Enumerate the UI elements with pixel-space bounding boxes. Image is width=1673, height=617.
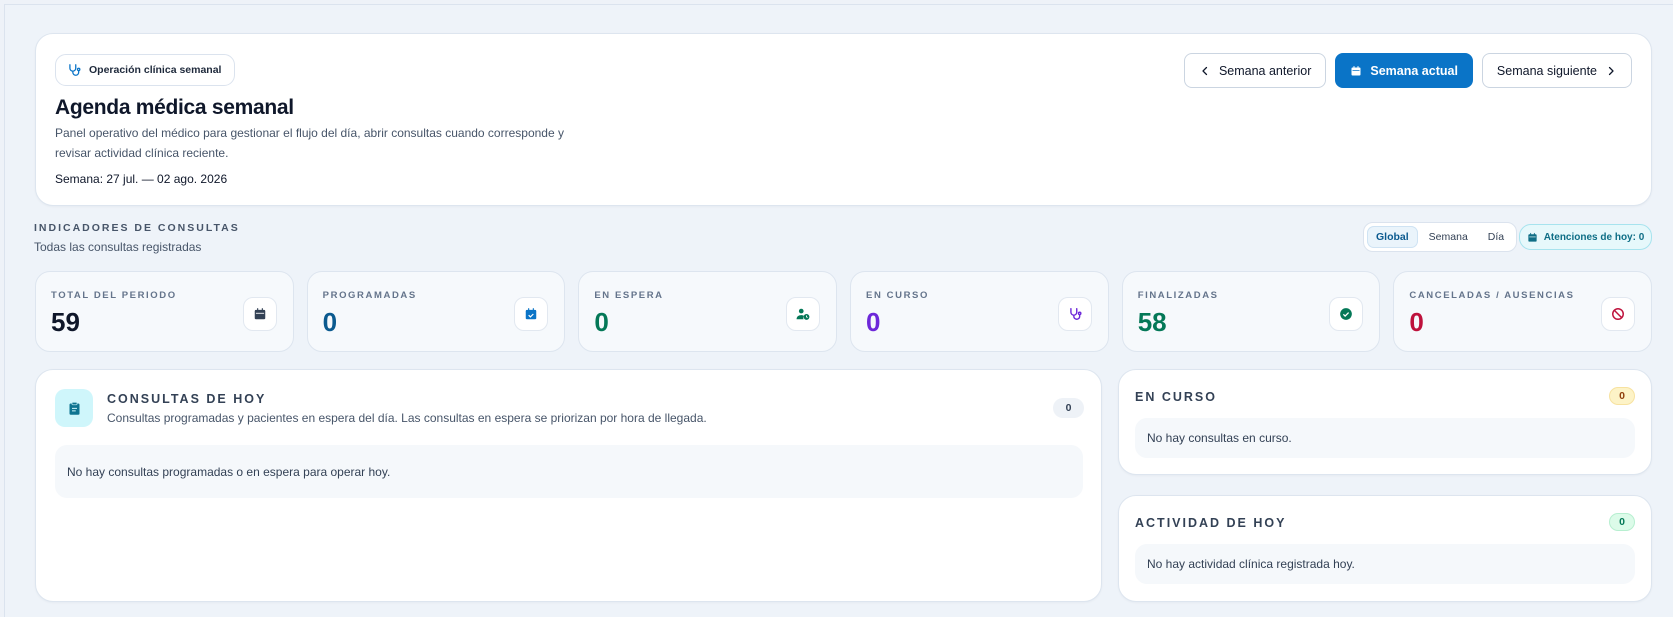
scope-toggle: Global Semana Día <box>1363 222 1518 252</box>
stat-card-cancelled: CANCELADAS / AUSENCIAS 0 <box>1393 271 1653 352</box>
stat-card-finished: FINALIZADAS 58 <box>1121 271 1381 352</box>
page-title: Agenda médica semanal <box>55 96 294 119</box>
section-badge: Operación clínica semanal <box>55 54 236 86</box>
page-header: Operación clínica semanal Agenda médica … <box>35 33 1652 206</box>
ban-icon <box>1612 308 1625 320</box>
calendar-icon <box>1351 65 1361 75</box>
stat-label: EN CURSO <box>866 290 929 301</box>
chevron-right-icon <box>1608 66 1614 75</box>
next-week-button[interactable]: Semana siguiente <box>1481 53 1632 88</box>
check-circle-icon <box>1340 308 1353 320</box>
panel-icon-box <box>55 389 93 427</box>
clipboard-icon <box>69 401 79 415</box>
stat-icon-box <box>514 297 549 331</box>
stat-label: PROGRAMADAS <box>322 290 417 301</box>
panel-title: ACTIVIDAD DE HOY <box>1135 516 1287 530</box>
empty-state: No hay actividad clínica registrada hoy. <box>1135 544 1635 584</box>
stat-value: 58 <box>1137 307 1167 337</box>
previous-week-label: Semana anterior <box>1218 63 1312 78</box>
stat-icon-box <box>242 297 277 331</box>
indicators-title: INDICADORES DE CONSULTAS <box>34 222 240 234</box>
stethoscope-icon <box>69 64 81 76</box>
panel-title: EN CURSO <box>1135 390 1217 404</box>
empty-state: No hay consultas en curso. <box>1135 418 1635 458</box>
stat-label: FINALIZADAS <box>1137 290 1219 301</box>
user-clock-icon <box>796 308 810 320</box>
stethoscope-icon <box>1069 308 1082 320</box>
page-description: Panel operativo del médico para gestiona… <box>55 126 564 160</box>
stat-label: CANCELADAS / AUSENCIAS <box>1409 290 1575 301</box>
empty-state: No hay consultas programadas o en espera… <box>55 445 1083 498</box>
calendar-icon <box>254 308 265 320</box>
count-badge: 0 <box>1053 398 1084 418</box>
stat-card-scheduled: PROGRAMADAS 0 <box>306 271 566 352</box>
stat-icon-box <box>786 297 821 331</box>
stat-label: EN ESPERA <box>594 290 664 301</box>
panel-subtitle: Consultas programadas y pacientes en esp… <box>107 411 707 425</box>
stat-icon-box <box>1601 297 1636 331</box>
scope-week[interactable]: Semana <box>1420 226 1477 248</box>
scope-global[interactable]: Global <box>1367 226 1418 248</box>
count-badge: 0 <box>1609 387 1635 405</box>
stat-label: TOTAL DEL PERIODO <box>51 290 177 301</box>
current-week-button[interactable]: Semana actual <box>1335 53 1473 88</box>
scope-day[interactable]: Día <box>1479 226 1513 248</box>
section-badge-label: Operación clínica semanal <box>89 64 222 76</box>
stat-card-total: TOTAL DEL PERIODO 59 <box>35 271 294 352</box>
panel-title: CONSULTAS DE HOY <box>107 392 267 406</box>
stat-card-waiting: EN ESPERA 0 <box>578 271 838 352</box>
stat-icon-box <box>1329 297 1364 331</box>
stat-icon-box <box>1057 297 1092 331</box>
chevron-left-icon <box>1202 66 1208 75</box>
today-attentions-chip: Atenciones de hoy: 0 <box>1519 224 1652 250</box>
week-range: Semana: 27 jul. — 02 ago. 2026 <box>55 172 228 186</box>
week-navigation: Semana anterior Semana actual Semana sig… <box>1183 53 1632 88</box>
calendar-icon <box>1528 232 1537 242</box>
count-badge: 0 <box>1609 513 1635 531</box>
indicators-subtitle: Todas las consultas registradas <box>34 240 202 254</box>
today-consultations-panel: CONSULTAS DE HOY Consultas programadas y… <box>35 369 1102 602</box>
today-activity-panel: ACTIVIDAD DE HOY 0 No hay actividad clín… <box>1118 495 1652 602</box>
stat-value: 0 <box>866 307 881 337</box>
current-week-label: Semana actual <box>1370 63 1458 78</box>
stat-value: 0 <box>594 307 609 337</box>
stat-cards: TOTAL DEL PERIODO 59 PROGRAMADAS 0 EN ES… <box>35 271 1653 352</box>
previous-week-button[interactable]: Semana anterior <box>1183 53 1327 88</box>
next-week-label: Semana siguiente <box>1496 63 1597 78</box>
in-progress-panel: EN CURSO 0 No hay consultas en curso. <box>1118 369 1652 475</box>
today-attentions-label: Atenciones de hoy: 0 <box>1543 231 1645 243</box>
stat-value: 0 <box>322 307 338 337</box>
stat-value: 59 <box>51 307 80 337</box>
calendar-check-icon <box>526 308 537 320</box>
stat-value: 0 <box>1409 307 1424 337</box>
stat-card-in-progress: EN CURSO 0 <box>850 271 1109 352</box>
